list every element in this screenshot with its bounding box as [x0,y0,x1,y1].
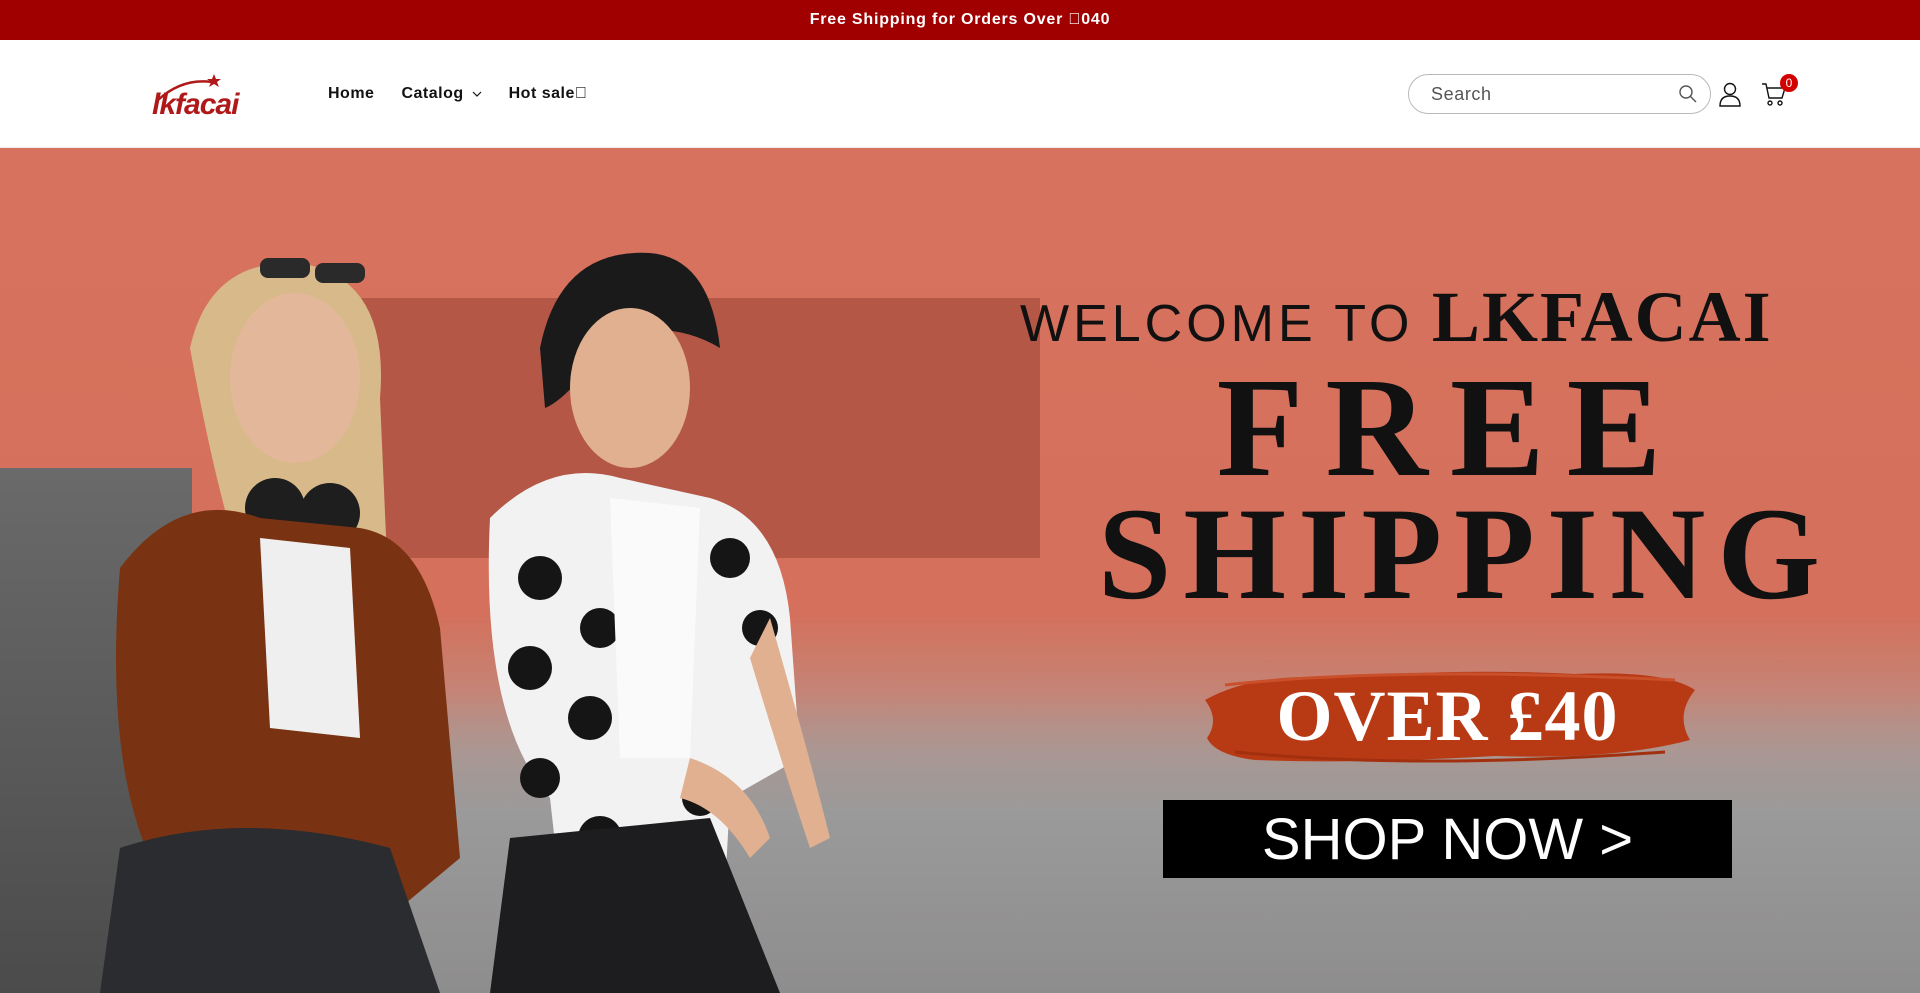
search-input[interactable] [1431,83,1678,105]
account-icon[interactable] [1716,80,1744,108]
hero-model-man [488,252,830,993]
announcement-text: Free Shipping for Orders Over  040 [809,11,1111,28]
hero-offer-text: OVER £40 [1276,675,1619,756]
hero-banner[interactable]: WELCOME TO LKFACAI FREE SHIPPING OVER £4… [0,148,1920,993]
logo-link[interactable]: lkfacai [152,70,262,120]
chevron-down-icon [472,91,482,97]
hero-welcome-brand: LKFACAI [1431,277,1773,357]
logo-mark-icon [157,74,221,101]
announcement-bar: Free Shipping for Orders Over  040 [0,0,1920,40]
shop-now-button[interactable]: SHOP NOW > [1163,800,1732,878]
hero-headline-free: FREE [1216,348,1684,506]
nav-item-label: Hot sale [508,85,587,102]
cart-count-badge: 0 [1780,74,1798,92]
hero-welcome: WELCOME TO LKFACAI [1020,276,1900,359]
hero-text-block: WELCOME TO LKFACAI FREE SHIPPING OVER £4… [1000,148,1900,993]
hero-model-woman [100,258,460,993]
nav-item-hot-sale[interactable]: Hot sale [509,85,588,103]
search-box [1408,74,1711,114]
nav-item-home[interactable]: Home [328,85,374,103]
main-nav: Home Catalog Hot sale [328,40,587,148]
search-icon[interactable] [1678,84,1698,104]
nav-item-label: Catalog [401,85,464,102]
nav-item-catalog[interactable]: Catalog [401,85,482,103]
hero-headline-shipping: SHIPPING [1097,480,1833,627]
nav-item-label: Home [328,85,375,102]
site-header: lkfacai Home Catalog Hot sale 0 [0,40,1920,148]
hero-welcome-prefix: WELCOME TO [1020,295,1414,353]
